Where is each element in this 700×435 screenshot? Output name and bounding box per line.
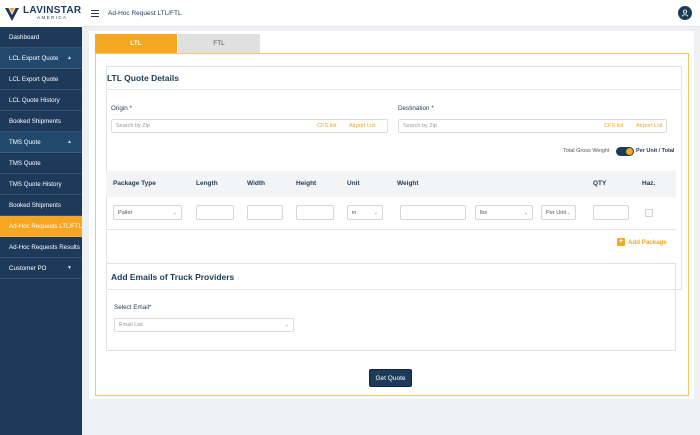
page-title: Ad-Hoc Request LTL/FTL xyxy=(108,9,182,17)
hamburger-menu-icon[interactable] xyxy=(91,9,99,17)
weight-unit-value: lbs xyxy=(480,209,488,216)
destination-input[interactable]: Search by Zip xyxy=(398,119,667,133)
weight-input[interactable] xyxy=(400,205,466,220)
header-qty: QTY xyxy=(593,180,607,187)
tab-ftl[interactable]: FTL xyxy=(178,34,260,53)
add-package-label: Add Package xyxy=(628,238,667,246)
sidebar-item-label: TMS Quote xyxy=(9,138,41,146)
add-package-button[interactable]: + Add Package xyxy=(617,238,667,246)
sidebar-item-lcl-quote-history[interactable]: LCL Quote History xyxy=(0,90,82,111)
chevron-up-icon: ▲ xyxy=(67,55,72,61)
sidebar-item-booked-shipments-tms[interactable]: Booked Shipments xyxy=(0,195,82,216)
brand-logo[interactable]: LAVINSTAR AMERICA xyxy=(0,0,82,27)
per-unit-value: Per Unit xyxy=(546,209,567,216)
sidebar-item-label: TMS Quote History xyxy=(9,180,62,188)
destination-airport-list-link[interactable]: Airport List xyxy=(636,123,663,129)
email-select[interactable]: Email List ⌄ xyxy=(114,318,294,332)
sidebar: LAVINSTAR AMERICA Dashboard LCL Export Q… xyxy=(0,0,82,435)
chevron-down-icon: ⌄ xyxy=(172,209,177,216)
top-header: Ad-Hoc Request LTL/FTL xyxy=(82,0,700,27)
sidebar-item-label: Ad-Hoc Requests LTL/FTL xyxy=(9,222,83,230)
sidebar-item-label: LCL Export Quote xyxy=(9,54,59,62)
header-width: Width xyxy=(247,180,265,187)
destination-label: Destination * xyxy=(398,105,434,112)
ltl-quote-details-title: LTL Quote Details xyxy=(107,73,179,83)
header-package-type: Package Type xyxy=(113,180,156,187)
width-input[interactable] xyxy=(247,205,283,220)
sidebar-item-booked-shipments[interactable]: Booked Shipments xyxy=(0,111,82,132)
sidebar-item-label: Customer PO xyxy=(9,264,47,272)
toggle-knob xyxy=(626,148,633,155)
origin-airport-list-link[interactable]: Airport List xyxy=(349,123,376,129)
package-table-header xyxy=(106,171,676,197)
sidebar-item-label: Ad-Hoc Requests Results xyxy=(9,243,80,251)
plus-icon: + xyxy=(617,238,625,246)
package-type-select[interactable]: Pallet ⌄ xyxy=(113,205,182,220)
header-height: Height xyxy=(296,180,317,187)
header-haz: Haz. xyxy=(642,180,656,187)
haz-checkbox[interactable] xyxy=(645,209,653,217)
chevron-down-icon: ⌄ xyxy=(373,209,378,216)
weight-unit-select[interactable]: lbs ⌄ xyxy=(475,205,533,220)
sidebar-item-adhoc-requests[interactable]: Ad-Hoc Requests LTL/FTL xyxy=(0,216,82,237)
sidebar-group-lcl-export-quote[interactable]: LCL Export Quote ▲ xyxy=(0,48,82,69)
chevron-down-icon: ⌄ xyxy=(284,322,289,328)
origin-label: Origin * xyxy=(111,105,132,112)
user-icon xyxy=(681,9,689,17)
email-select-placeholder: Email List xyxy=(119,322,143,328)
height-input[interactable] xyxy=(296,205,334,220)
header-weight: Weight xyxy=(397,180,419,187)
chevron-down-icon: ⌄ xyxy=(566,209,571,216)
total-gross-weight-label: Total Gross Weight xyxy=(563,148,610,154)
sidebar-item-lcl-export-quote[interactable]: LCL Export Quote xyxy=(0,69,82,90)
toggle-label: Per Unit / Total xyxy=(636,148,675,154)
divider xyxy=(106,289,676,290)
sidebar-item-label: Booked Shipments xyxy=(9,117,61,125)
sidebar-item-label: LCL Export Quote xyxy=(9,75,59,83)
sidebar-item-adhoc-results[interactable]: Ad-Hoc Requests Results xyxy=(0,237,82,258)
unit-value: in xyxy=(352,209,357,216)
select-email-label: Select Email* xyxy=(114,304,152,311)
sidebar-item-tms-quote[interactable]: TMS Quote xyxy=(0,153,82,174)
sidebar-item-label: LCL Quote History xyxy=(9,96,60,104)
get-quote-button[interactable]: Get Quote xyxy=(369,369,412,387)
user-avatar-icon[interactable] xyxy=(678,6,692,20)
destination-cfs-list-link[interactable]: CFS list xyxy=(604,123,624,129)
origin-input[interactable]: Search by Zip xyxy=(111,119,388,133)
header-length: Length xyxy=(196,180,218,187)
sidebar-group-tms-quote[interactable]: TMS Quote ▲ xyxy=(0,132,82,153)
length-input[interactable] xyxy=(196,205,234,220)
sidebar-item-label: TMS Quote xyxy=(9,159,41,167)
package-type-value: Pallet xyxy=(118,209,132,216)
header-unit: Unit xyxy=(347,180,360,187)
brand-sub: AMERICA xyxy=(37,15,68,21)
lavinstar-logo-icon xyxy=(5,7,19,21)
sidebar-item-label: Booked Shipments xyxy=(9,201,61,209)
sidebar-item-tms-quote-history[interactable]: TMS Quote History xyxy=(0,174,82,195)
chevron-down-icon: ▼ xyxy=(67,265,72,271)
per-unit-select[interactable]: Per Unit ⌄ xyxy=(541,205,576,220)
sidebar-group-customer-po[interactable]: Customer PO ▼ xyxy=(0,258,82,279)
unit-select[interactable]: in ⌄ xyxy=(347,205,383,220)
qty-input[interactable] xyxy=(593,205,629,220)
tab-ltl[interactable]: LTL xyxy=(95,34,177,53)
origin-cfs-list-link[interactable]: CFS list xyxy=(317,123,337,129)
footer-area xyxy=(82,403,700,435)
chevron-up-icon: ▲ xyxy=(67,139,72,145)
chevron-down-icon: ⌄ xyxy=(523,209,528,216)
weight-mode-toggle[interactable] xyxy=(616,147,634,156)
emails-title: Add Emails of Truck Providers xyxy=(111,272,235,282)
sidebar-item-label: Dashboard xyxy=(9,33,40,41)
divider xyxy=(106,89,682,90)
divider xyxy=(106,229,676,230)
sidebar-item-dashboard[interactable]: Dashboard xyxy=(0,27,82,48)
sidebar-nav: Dashboard LCL Export Quote ▲ LCL Export Q… xyxy=(0,27,82,279)
